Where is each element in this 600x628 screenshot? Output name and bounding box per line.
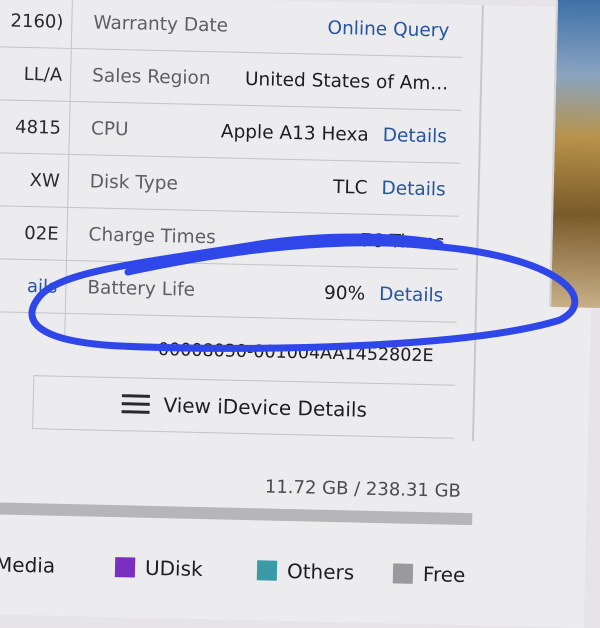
- legend-item-udisk: UDisk: [114, 555, 203, 582]
- row-label: Battery Life: [87, 276, 196, 301]
- left-cell: 4815: [0, 99, 70, 155]
- others-swatch: [256, 560, 278, 581]
- legend-label: Others: [286, 558, 355, 585]
- row-value: United States of Am...: [244, 68, 449, 95]
- battery-life-value: 90%: [323, 282, 366, 305]
- row-label: CPU: [90, 117, 129, 140]
- legend-item-free: Free: [392, 561, 466, 588]
- device-info-panel: 2160) LL/A 4815 XW 02E ails Warranty Dat…: [0, 0, 484, 442]
- udisk-swatch: [114, 557, 136, 578]
- left-cell: 2160): [0, 0, 72, 49]
- row-value: 76 Times: [359, 230, 445, 253]
- storage-bar: [0, 501, 473, 526]
- row-disk-type: Disk Type TLC Details: [67, 154, 461, 217]
- battery-details-link[interactable]: Details: [379, 283, 444, 305]
- legend-label: Media: [0, 552, 56, 578]
- left-cell: 02E: [0, 205, 68, 261]
- view-button-label: View iDevice Details: [163, 393, 368, 422]
- storage-usage-text: 11.72 GB / 238.31 GB: [264, 476, 462, 502]
- serial-number: 00008030-001004AA1452802E: [157, 339, 434, 367]
- row-label: Charge Times: [88, 223, 216, 248]
- legend-label: Free: [422, 562, 466, 588]
- row-warranty-date: Warranty Date Online Query: [70, 0, 464, 58]
- row-label: Warranty Date: [93, 11, 229, 36]
- legend-label: UDisk: [144, 555, 203, 582]
- row-sales-region: Sales Region United States of Am...: [69, 48, 463, 111]
- online-query-link[interactable]: Online Query: [327, 17, 449, 41]
- row-label: Sales Region: [91, 64, 211, 89]
- storage-legend: Media UDisk Others Free: [0, 552, 493, 604]
- legend-item-others: Others: [256, 558, 355, 585]
- row-charge-times: Charge Times 76 Times: [65, 207, 460, 270]
- row-cpu: CPU Apple A13 Hexa Details: [68, 101, 462, 164]
- row-label: Disk Type: [89, 170, 179, 194]
- disk-details-link[interactable]: Details: [381, 178, 446, 200]
- left-info-column: 2160) LL/A 4815 XW 02E ails: [0, 0, 73, 336]
- wallpaper-edge: [549, 0, 600, 309]
- app-window: 2160) LL/A 4815 XW 02E ails Warranty Dat…: [0, 0, 600, 628]
- cpu-details-link[interactable]: Details: [383, 125, 448, 147]
- view-idevice-details-button[interactable]: View iDevice Details: [32, 375, 456, 439]
- left-cell: LL/A: [0, 46, 71, 102]
- free-swatch: [392, 563, 414, 584]
- row-value: TLC: [332, 176, 368, 199]
- left-details-link[interactable]: ails: [0, 258, 66, 314]
- list-icon: [121, 393, 150, 416]
- legend-item-media: Media: [0, 552, 55, 577]
- left-cell: XW: [0, 152, 69, 208]
- row-value: Apple A13 Hexa: [220, 120, 370, 146]
- row-battery-life: Battery Life 90% Details: [64, 260, 458, 323]
